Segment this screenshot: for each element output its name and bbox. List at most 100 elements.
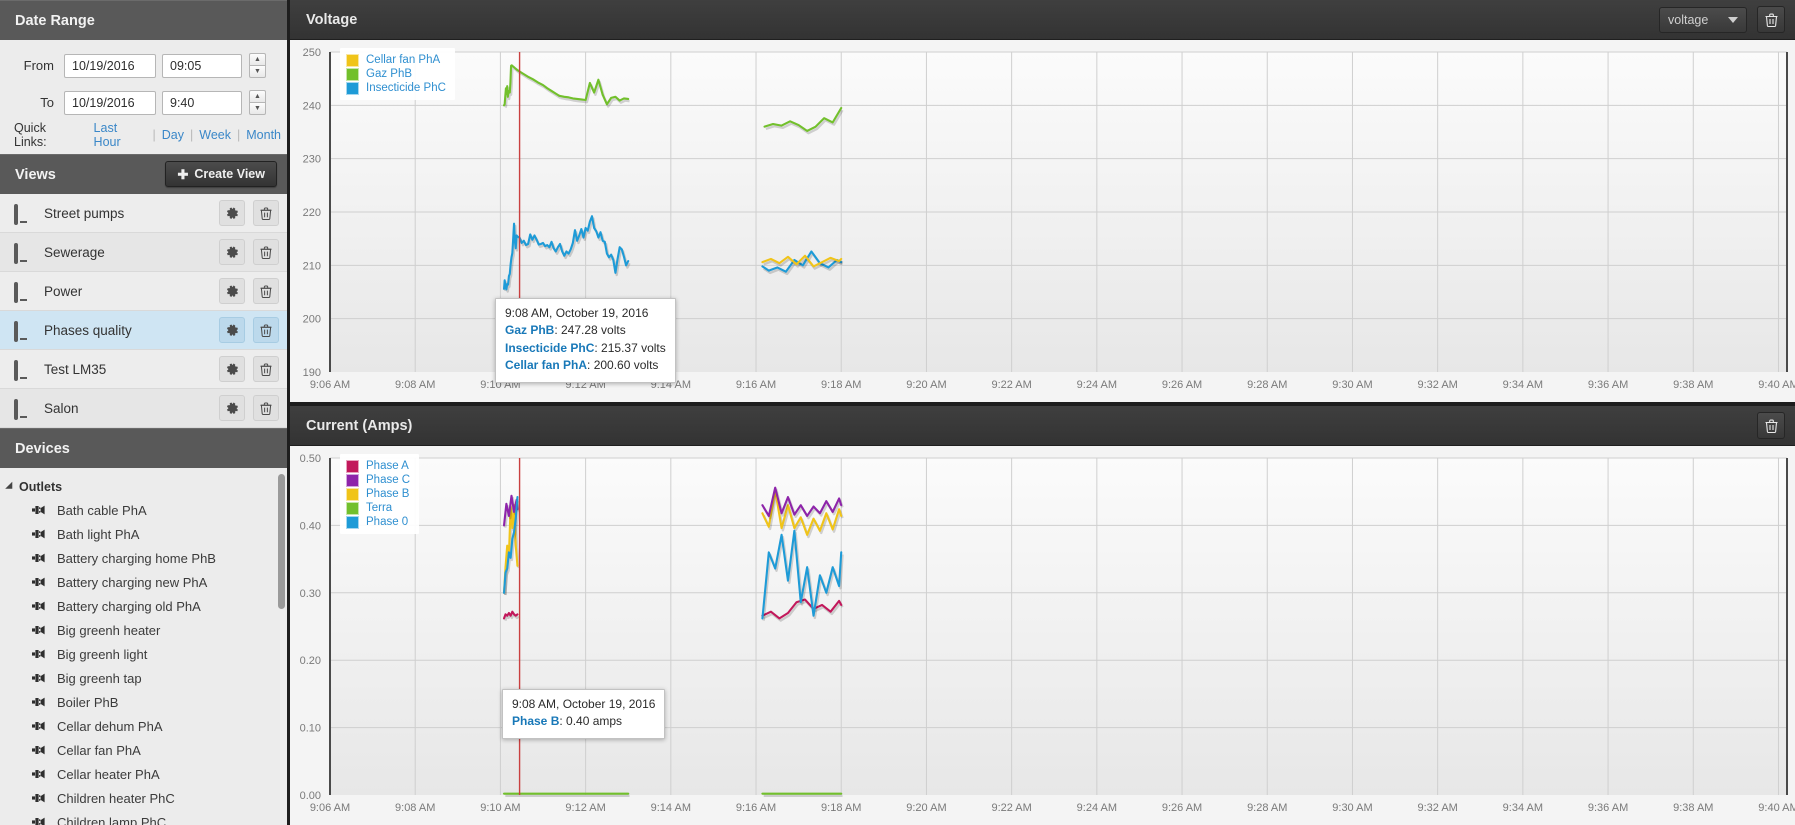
monitor-icon — [14, 203, 33, 225]
legend-swatch — [346, 487, 359, 501]
views-header: Views ✚ Create View — [0, 154, 287, 194]
plug-icon — [32, 721, 47, 731]
to-time-stepper-down[interactable]: ▼ — [249, 102, 266, 115]
view-settings-button[interactable] — [219, 200, 245, 226]
device-row[interactable]: Battery charging old PhA — [0, 594, 287, 618]
to-time-input[interactable]: 9:40 — [162, 90, 242, 115]
device-row[interactable]: Big greenh light — [0, 642, 287, 666]
plug-icon — [32, 745, 47, 755]
monitor-icon — [14, 320, 33, 342]
legend-item[interactable]: Phase C — [346, 473, 410, 487]
x-axis-tick-label: 9:16 AM — [736, 379, 776, 391]
y-axis-tick-label: 210 — [303, 260, 321, 272]
device-name: Children heater PhC — [57, 790, 175, 806]
y-axis-tick-label: 0.20 — [300, 655, 321, 667]
from-time-input[interactable]: 09:05 — [162, 53, 242, 78]
legend-swatch — [346, 473, 359, 487]
x-axis-tick-label: 9:20 AM — [906, 379, 946, 391]
plug-icon — [32, 769, 47, 779]
trash-icon — [260, 207, 272, 220]
legend-label: Cellar fan PhA — [366, 54, 441, 66]
device-row[interactable]: Battery charging home PhB — [0, 546, 287, 570]
main-content: Voltage voltage 190 200 210 220 230 240 250 9:0… — [290, 0, 1795, 825]
devices-group-outlets[interactable]: Outlets — [0, 475, 287, 498]
device-row[interactable]: Battery charging new PhA — [0, 570, 287, 594]
monitor-icon — [14, 359, 33, 381]
device-name: Bath light PhA — [57, 526, 140, 542]
device-row[interactable]: Boiler PhB — [0, 690, 287, 714]
y-axis-tick-label: 0.30 — [300, 588, 321, 600]
view-delete-button[interactable] — [253, 317, 279, 343]
legend-swatch — [346, 67, 359, 81]
legend-item[interactable]: Terra — [346, 501, 410, 515]
from-time-stepper[interactable]: ▲ ▼ — [249, 53, 266, 78]
to-label: To — [40, 95, 54, 110]
device-row[interactable]: Children lamp PhC — [0, 810, 287, 825]
trash-icon — [1765, 419, 1777, 433]
legend-item[interactable]: Insecticide PhC — [346, 81, 446, 95]
voltage-metric-select[interactable]: voltage — [1659, 6, 1747, 33]
legend-item[interactable]: Phase 0 — [346, 515, 410, 529]
voltage-chart-card: Voltage voltage 190 200 210 220 230 240 250 9:0… — [290, 0, 1795, 406]
x-axis-tick-label: 9:22 AM — [991, 802, 1031, 814]
quick-link-last-hour[interactable]: Last Hour — [88, 121, 153, 149]
device-name: Battery charging old PhA — [57, 598, 201, 614]
view-settings-button[interactable] — [219, 395, 245, 421]
from-time-stepper-down[interactable]: ▼ — [249, 65, 266, 78]
y-axis-tick-label: 0.40 — [300, 520, 321, 532]
view-delete-button[interactable] — [253, 200, 279, 226]
x-axis-tick-label: 9:18 AM — [821, 802, 861, 814]
tooltip-series-value: : 0.40 amps — [559, 714, 623, 729]
view-delete-button[interactable] — [253, 356, 279, 382]
view-delete-button[interactable] — [253, 395, 279, 421]
to-time-stepper[interactable]: ▲ ▼ — [249, 90, 266, 115]
devices-group-label: Outlets — [19, 479, 63, 494]
to-time-stepper-up[interactable]: ▲ — [249, 90, 266, 102]
from-date-input[interactable]: 10/19/2016 — [64, 53, 156, 78]
voltage-plot-area[interactable]: 190 200 210 220 230 240 250 9:06 AM 9:08 AM 9:10 … — [290, 40, 1795, 402]
view-row[interactable]: Power — [0, 272, 287, 311]
device-row[interactable]: Cellar dehum PhA — [0, 714, 287, 738]
view-row[interactable]: Test LM35 — [0, 350, 287, 389]
tooltip-row: Phase B: 0.40 amps — [512, 713, 655, 730]
view-settings-button[interactable] — [219, 317, 245, 343]
plug-icon — [32, 817, 47, 825]
legend-item[interactable]: Phase A — [346, 459, 410, 473]
tooltip-series-name: Insecticide PhC — [505, 340, 595, 355]
view-settings-button[interactable] — [219, 278, 245, 304]
view-delete-button[interactable] — [253, 239, 279, 265]
view-row[interactable]: Phases quality — [0, 311, 287, 350]
legend-item[interactable]: Phase B — [346, 487, 410, 501]
view-row[interactable]: Salon — [0, 389, 287, 428]
device-row[interactable]: Cellar fan PhA — [0, 738, 287, 762]
legend-item[interactable]: Cellar fan PhA — [346, 53, 446, 67]
x-axis-tick-label: 9:06 AM — [310, 379, 350, 391]
create-view-button[interactable]: ✚ Create View — [165, 161, 277, 187]
quick-link-month[interactable]: Month — [240, 128, 287, 142]
view-delete-button[interactable] — [253, 278, 279, 304]
device-row[interactable]: Children heater PhC — [0, 786, 287, 810]
device-row[interactable]: Cellar heater PhA — [0, 762, 287, 786]
quick-link-day[interactable]: Day — [156, 128, 190, 142]
quick-link-week[interactable]: Week — [193, 128, 237, 142]
view-settings-button[interactable] — [219, 239, 245, 265]
devices-scrollbar-thumb[interactable] — [278, 474, 285, 609]
voltage-delete-button[interactable] — [1757, 6, 1785, 33]
gear-icon — [226, 246, 238, 258]
to-date-input[interactable]: 10/19/2016 — [64, 90, 156, 115]
from-time-stepper-up[interactable]: ▲ — [249, 53, 266, 65]
device-row[interactable]: Bath light PhA — [0, 522, 287, 546]
device-row[interactable]: Big greenh tap — [0, 666, 287, 690]
legend-item[interactable]: Gaz PhB — [346, 67, 446, 81]
device-row[interactable]: Bath cable PhA — [0, 498, 287, 522]
device-row[interactable]: Big greenh heater — [0, 618, 287, 642]
view-settings-button[interactable] — [219, 356, 245, 382]
current-plot-area[interactable]: 0.00 0.10 0.20 0.30 0.40 0.50 9:06 AM 9:08 AM 9:… — [290, 446, 1795, 825]
current-delete-button[interactable] — [1757, 412, 1785, 439]
view-row[interactable]: Street pumps — [0, 194, 287, 233]
x-axis-tick-label: 9:28 AM — [1247, 802, 1287, 814]
device-name: Cellar heater PhA — [57, 766, 160, 782]
x-axis-tick-label: 9:24 AM — [1077, 802, 1117, 814]
legend-label: Phase C — [366, 474, 411, 486]
view-row[interactable]: Sewerage — [0, 233, 287, 272]
